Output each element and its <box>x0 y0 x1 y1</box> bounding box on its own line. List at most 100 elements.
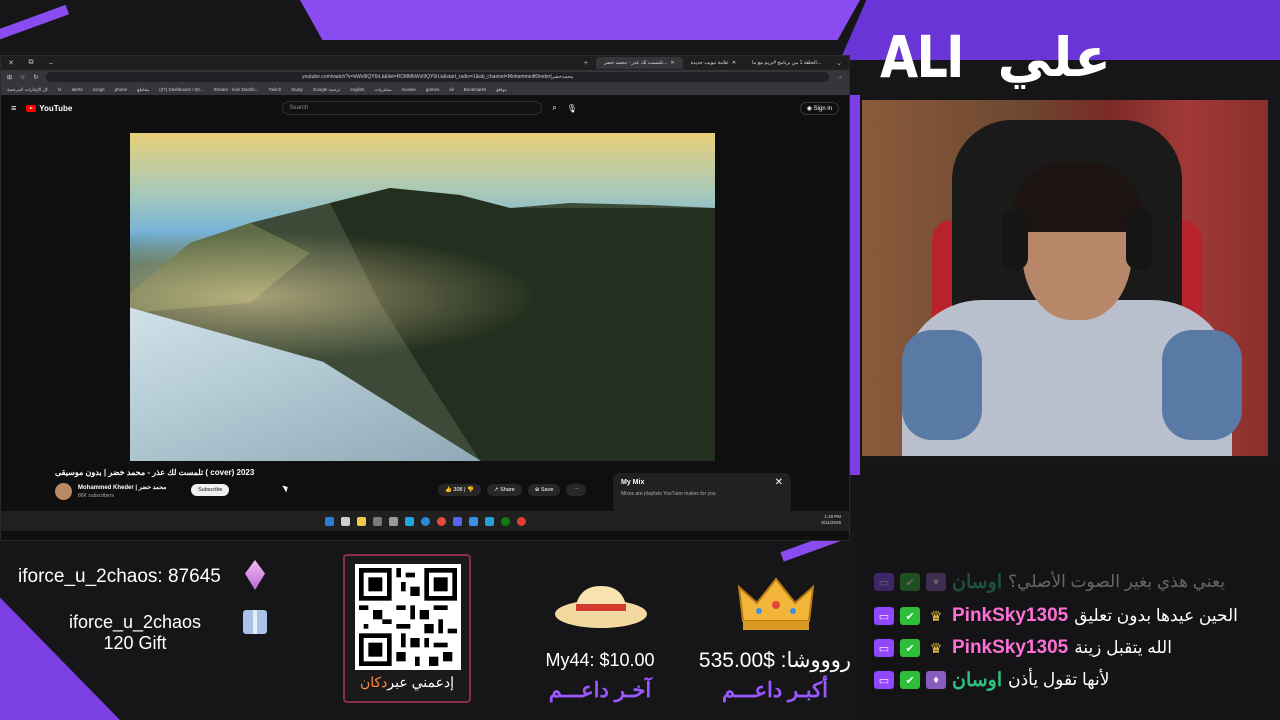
start-icon[interactable] <box>324 516 334 526</box>
crown-badge-icon: ♛ <box>929 639 943 656</box>
chat-text: يعني هذي بغير الصوت الأصلي؟ <box>1008 572 1225 591</box>
chat-username[interactable]: اوسان <box>952 571 1002 594</box>
subscribe-button[interactable]: Subscribe <box>191 484 230 496</box>
save-button[interactable]: ⊕ Save <box>527 484 561 496</box>
app-icon[interactable] <box>516 516 526 526</box>
gift-amount: 120 Gift <box>103 633 167 653</box>
chat-username[interactable]: PinkSky1305 <box>952 605 1068 627</box>
tab-youtube-video[interactable]: تلمست لك عذر - محمد خضر... ✕ <box>595 57 683 69</box>
close-window-icon[interactable]: ✕ <box>1 59 21 67</box>
latest-gift-alert: iforce_u_2chaos 120 Gift <box>40 612 230 654</box>
bookmark-item[interactable]: مقاطع <box>137 87 149 93</box>
file-explorer-icon[interactable] <box>356 516 366 526</box>
gift-icon <box>243 610 267 634</box>
my-mix-subtitle: Mixes are playlists YouTube makes for yo… <box>621 491 716 497</box>
logo-latin: ALI <box>880 23 965 91</box>
youtube-play-icon <box>26 104 37 112</box>
my-mix-panel[interactable]: My Mix Mixes are playlists YouTube makes… <box>613 473 791 513</box>
channel-avatar[interactable] <box>55 483 72 500</box>
youtube-header: ≡ YouTube Search ⌕ 🎙 ◉ Sign in <box>1 96 849 120</box>
url-field[interactable]: youtube.com/watch?v=bWxl9QY6rLk&list=RDM… <box>46 72 829 82</box>
twitch-badge-icon: ▭ <box>874 607 894 625</box>
app-icon[interactable] <box>372 516 382 526</box>
chat-username[interactable]: اوسان <box>952 669 1002 692</box>
more-actions-icon[interactable]: ⋯ <box>566 484 586 496</box>
crown-badge-icon: ♛ <box>929 607 943 624</box>
bookmark-item[interactable]: (27) Dashboard / Str... <box>159 87 203 92</box>
bookmark-item[interactable]: Twitch <box>269 87 282 92</box>
like-count: 308 <box>453 487 463 493</box>
search-input[interactable]: Search <box>282 101 543 115</box>
address-bar: ⊞ ☆ ↻ youtube.com/watch?v=bWxl9QY6rLk&li… <box>1 70 849 84</box>
tab-search-icon[interactable]: ⌄ <box>829 59 849 67</box>
chat-text: الله يتقبل زينة <box>1074 638 1172 657</box>
youtube-logo-text: YouTube <box>39 103 73 113</box>
system-tray-clock[interactable]: 1:18 PM 8/11/2025 <box>821 514 841 526</box>
video-title: تلمست لك عذر - محمد خضر | بدون موسيقى ( … <box>55 468 255 477</box>
gem-icon <box>245 560 265 590</box>
bookmark-all[interactable]: كل الإشارات المرجعية <box>7 87 48 93</box>
sign-in-button[interactable]: ◉ Sign in <box>799 101 839 115</box>
extensions-icon[interactable]: ⊞ <box>7 74 12 81</box>
bookmark-item[interactable]: مواقع <box>496 87 507 93</box>
xbox-icon[interactable] <box>500 516 510 526</box>
tab-new[interactable]: علامة تبويب جديدة ✕ <box>683 57 744 69</box>
chat-message: ▭ ✔ ♦ اوسان يعني هذي بغير الصوت الأصلي؟ <box>874 568 1225 596</box>
chat-message: ▭ ✔ ♦ اوسان لأنها تقول يأذن <box>874 666 1109 694</box>
share-button[interactable]: ↗ Share <box>486 484 522 496</box>
youtube-logo[interactable]: YouTube <box>26 104 72 113</box>
moderator-badge-icon: ✔ <box>900 671 920 689</box>
bookmarks-bar: كل الإشارات المرجعية fx alerts songs pho… <box>1 84 849 96</box>
tab-episode[interactable]: الحلقة 1 من برنامج #بريم مع ما... <box>744 57 829 69</box>
bookmark-item[interactable]: all <box>449 87 454 92</box>
sign-in-label: Sign in <box>813 105 832 112</box>
minimize-window-icon[interactable]: – <box>41 60 61 67</box>
menu-icon[interactable]: ≡ <box>11 103 16 113</box>
new-tab-icon[interactable]: + <box>576 60 596 67</box>
chat-text: لأنها تقول يأذن <box>1008 670 1110 689</box>
twitch-badge-icon: ▭ <box>874 639 894 657</box>
bookmark-item[interactable]: alerts <box>72 87 83 92</box>
bookmark-item[interactable]: Stream - Kick Dashb... <box>214 87 259 92</box>
top-supporter-value: روووشا: $535.00 <box>698 649 852 672</box>
channel-name[interactable]: Mohammed Kheder | محمد خضر <box>78 484 166 491</box>
back-icon[interactable]: → <box>837 74 843 80</box>
video-player[interactable] <box>130 133 715 461</box>
app-icon[interactable] <box>404 516 414 526</box>
streamer-sleeve <box>1162 330 1242 440</box>
bookmark-item[interactable]: phone <box>115 87 128 92</box>
streamer-sleeve <box>902 330 982 440</box>
bookmark-item[interactable]: fx <box>58 87 62 92</box>
bookmark-star-icon[interactable]: ☆ <box>20 74 25 81</box>
moderator-badge-icon: ✔ <box>900 573 920 591</box>
crown-icon <box>737 577 815 630</box>
app-icon[interactable] <box>468 516 478 526</box>
close-icon[interactable]: ✕ <box>775 477 783 488</box>
restore-window-icon[interactable]: ⧉ <box>21 59 41 67</box>
tab-label: علامة تبويب جديدة <box>690 60 729 66</box>
discord-icon[interactable] <box>452 516 462 526</box>
overlay-top-frame <box>300 0 860 40</box>
chat-username[interactable]: PinkSky1305 <box>952 637 1068 659</box>
edge-icon[interactable] <box>420 516 430 526</box>
bookmark-item[interactable]: games <box>426 87 440 92</box>
channel-logo: ALI علي <box>880 22 1111 92</box>
qr-code-icon <box>355 564 461 670</box>
bookmark-item[interactable]: Google ترجمة <box>313 87 340 93</box>
bookmark-item[interactable]: Study <box>291 87 303 92</box>
app-icon[interactable] <box>388 516 398 526</box>
bookmark-item[interactable]: songs <box>93 87 105 92</box>
bookmark-item[interactable]: مشتريات <box>374 87 391 93</box>
bookmark-item[interactable]: english <box>350 87 364 92</box>
like-button[interactable]: 👍 308 | 👎 <box>438 484 481 496</box>
webcam-feed <box>862 100 1268 456</box>
app-icon[interactable] <box>484 516 494 526</box>
bookmark-item[interactable]: Bookmarks <box>464 87 487 92</box>
windows-taskbar: 1:18 PM 8/11/2025 <box>1 511 849 531</box>
mic-icon[interactable]: 🎙 <box>567 104 577 113</box>
bookmark-item[interactable]: movies <box>402 87 416 92</box>
chrome-icon[interactable] <box>436 516 446 526</box>
task-view-icon[interactable] <box>340 516 350 526</box>
search-icon[interactable]: ⌕ <box>552 103 556 113</box>
reload-icon[interactable]: ↻ <box>33 74 38 81</box>
